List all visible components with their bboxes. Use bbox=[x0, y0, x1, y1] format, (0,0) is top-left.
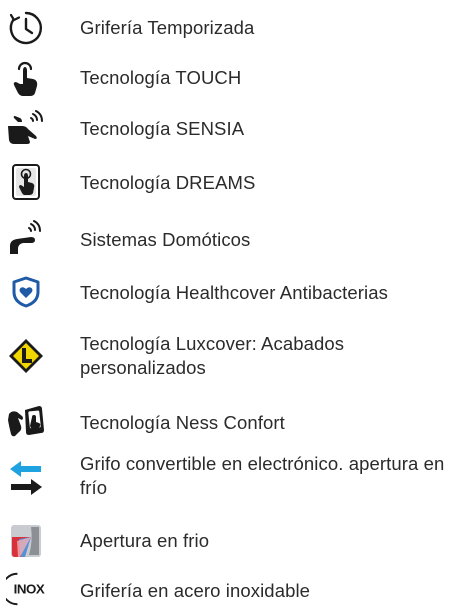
legend-item-ness-confort: Tecnología Ness Confort bbox=[0, 402, 465, 442]
healthcover-shield-icon bbox=[6, 272, 46, 312]
legend-item-apertura-frio: Apertura en frio bbox=[0, 521, 465, 561]
luxcover-diamond-icon bbox=[6, 336, 46, 376]
domotic-system-icon bbox=[6, 218, 46, 258]
legend-item-label: Apertura en frio bbox=[80, 530, 210, 551]
legend-item-label: Sistemas Domóticos bbox=[80, 229, 251, 250]
legend-item-label: Grifería Temporizada bbox=[80, 17, 255, 38]
legend-item-label: Grifo convertible en electrónico. apertu… bbox=[80, 453, 445, 498]
touch-hand-icon bbox=[6, 58, 46, 98]
legend-item-luxcover: Tecnología Luxcover: Acabados personaliz… bbox=[0, 332, 465, 388]
timer-clock-icon bbox=[6, 8, 46, 48]
legend-item-touch: Tecnología TOUCH bbox=[0, 58, 465, 98]
cold-opening-icon bbox=[6, 521, 46, 561]
inox-steel-icon: INOX bbox=[6, 569, 46, 609]
legend-item-label: Tecnología TOUCH bbox=[80, 67, 242, 88]
legend-item-label: Grifería en acero inoxidable bbox=[80, 580, 311, 601]
legend-item-domoticos: Sistemas Domóticos bbox=[0, 218, 465, 258]
dreams-touch-panel-icon bbox=[6, 162, 46, 202]
legend-item-healthcover: Tecnología Healthcover Antibacterias bbox=[0, 272, 465, 312]
legend-item-label: Tecnología Healthcover Antibacterias bbox=[80, 282, 389, 303]
legend-item-convertible: Grifo convertible en electrónico. apertu… bbox=[0, 452, 465, 508]
legend-item-dreams: Tecnología DREAMS bbox=[0, 162, 465, 202]
legend-item-inox: INOX Grifería en acero inoxidable bbox=[0, 569, 465, 609]
legend-item-label: Tecnología Luxcover: Acabados personaliz… bbox=[80, 333, 345, 378]
legend-item-label: Tecnología Ness Confort bbox=[80, 412, 285, 433]
legend-item-label: Tecnología DREAMS bbox=[80, 172, 256, 193]
ness-confort-hands-icon bbox=[6, 402, 46, 442]
legend-item-sensia: Tecnología SENSIA bbox=[0, 108, 465, 148]
legend-item-temporizada: Grifería Temporizada bbox=[0, 8, 465, 48]
legend-item-label: Tecnología SENSIA bbox=[80, 118, 245, 139]
sensor-hand-icon bbox=[6, 108, 46, 148]
feature-legend: Grifería Temporizada Tecnología TOUCH Te… bbox=[0, 0, 465, 611]
convertible-arrows-icon bbox=[6, 458, 46, 498]
inox-mark-text: INOX bbox=[14, 582, 45, 597]
